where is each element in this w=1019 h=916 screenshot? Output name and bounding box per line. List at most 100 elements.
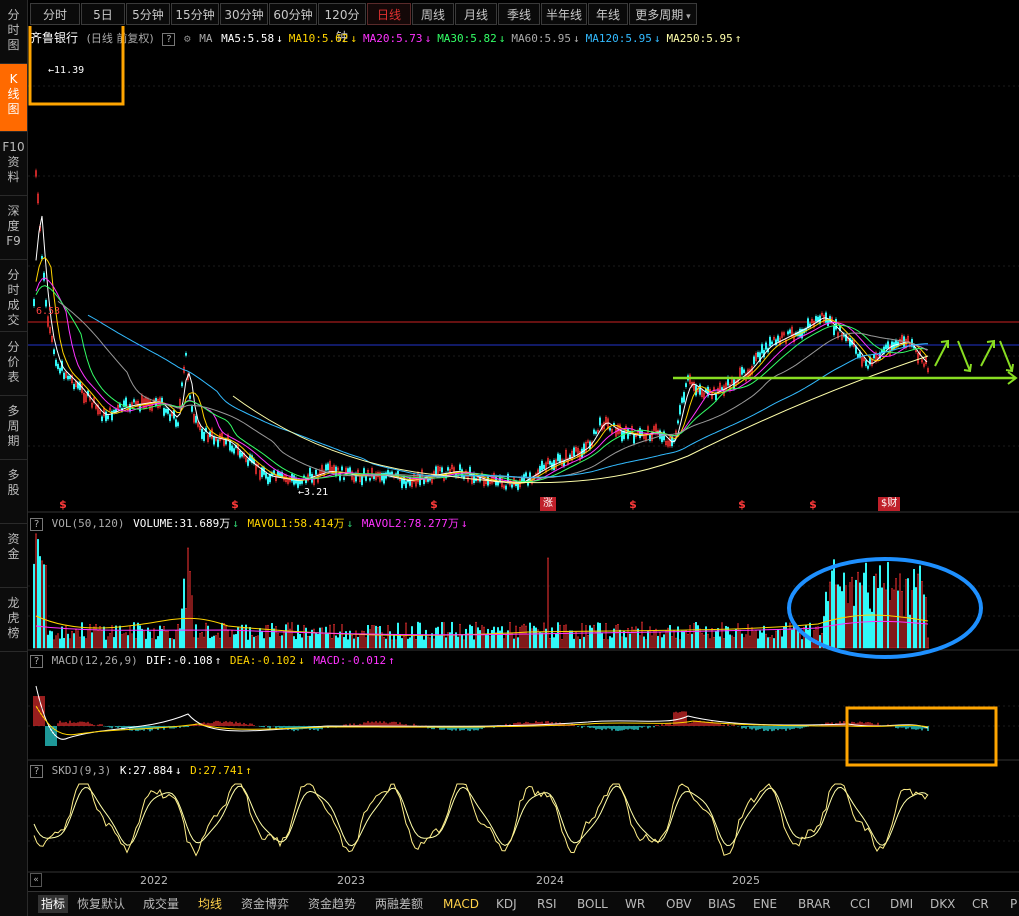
tab-period-9[interactable]: 月线 [455, 3, 497, 25]
indicator-tab-14[interactable]: ENE [753, 895, 777, 913]
indicator-tab-7[interactable]: MACD [443, 895, 479, 913]
volume-bar [357, 636, 359, 649]
dividend-marker[interactable]: $ [808, 499, 818, 511]
nav-item-9[interactable]: 龙虎榜 [0, 588, 27, 652]
indicator-tab-1[interactable]: 恢复默认 [77, 895, 125, 913]
candle-body [511, 484, 513, 488]
candle-body [189, 395, 191, 399]
nav-item-7[interactable]: 多股 [0, 460, 27, 524]
tab-period-12[interactable]: 年线 [588, 3, 628, 25]
volume-bar [373, 625, 375, 649]
indicator-tab-10[interactable]: BOLL [577, 895, 608, 913]
candle-body [581, 448, 583, 458]
dividend-marker[interactable]: $ [230, 499, 240, 511]
indicator-tab-8[interactable]: KDJ [496, 895, 517, 913]
indicator-tab-12[interactable]: OBV [666, 895, 692, 913]
volume-bar [629, 633, 631, 649]
tab-period-10[interactable]: 季线 [498, 3, 540, 25]
candle-body [369, 478, 371, 481]
left-nav: 分时图 K 线图 F10 资料深度 F9 分时成交分价表多周期多股资金龙虎榜 [0, 0, 28, 916]
tab-period-0[interactable]: 分时 [30, 3, 80, 25]
volume-bar [175, 630, 177, 649]
candle-body [609, 427, 611, 431]
dividend-marker[interactable]: $ [429, 499, 439, 511]
indicator-tab-15[interactable]: BRAR [798, 895, 831, 913]
indicator-tab-17[interactable]: DMI [890, 895, 913, 913]
volume-bar [163, 626, 165, 649]
candle-body [247, 459, 249, 466]
indicator-tab-19[interactable]: CR [972, 895, 989, 913]
indicator-tab-2[interactable]: 成交量 [143, 895, 179, 913]
volume-bar [579, 639, 581, 649]
tab-period-2[interactable]: 5分钟 [126, 3, 170, 25]
candle-body [873, 354, 875, 359]
volume-bar [795, 628, 797, 649]
candle-body [105, 411, 107, 422]
volume-bar [651, 635, 653, 649]
volume-bar [33, 563, 35, 649]
nav-item-8[interactable]: 资金 [0, 524, 27, 588]
volume-bar [549, 637, 551, 649]
indicator-tab-13[interactable]: BIAS [708, 895, 736, 913]
nav-item-3[interactable]: 深度 F9 [0, 196, 27, 260]
candle-body [343, 477, 345, 480]
indicator-tab-6[interactable]: 两融差额 [375, 895, 423, 913]
candle-body [857, 353, 859, 358]
indicator-tab-11[interactable]: WR [625, 895, 645, 913]
nav-item-5[interactable]: 分价表 [0, 332, 27, 396]
volume-bar [267, 624, 269, 649]
tab-period-4[interactable]: 30分钟 [220, 3, 268, 25]
nav-item-4[interactable]: 分时成交 [0, 260, 27, 332]
volume-bar [603, 639, 605, 649]
indicator-tab-3[interactable]: 均线 [198, 895, 222, 913]
dividend-marker[interactable]: $ [58, 499, 68, 511]
candle-body [583, 443, 585, 454]
indicator-tab-16[interactable]: CCI [850, 895, 870, 913]
volume-bar [173, 639, 175, 649]
volume-bar [271, 623, 273, 649]
volume-bar [477, 627, 479, 649]
tab-period-6[interactable]: 120分钟 [318, 3, 366, 44]
tab-period-5[interactable]: 60分钟 [269, 3, 317, 25]
volume-bar [511, 632, 513, 649]
scroll-back-button[interactable]: « [30, 873, 42, 887]
volume-bar [847, 603, 849, 649]
volume-bar [263, 638, 265, 649]
volume-bar [161, 629, 163, 649]
volume-bar [751, 627, 753, 649]
tab-period-3[interactable]: 15分钟 [171, 3, 219, 25]
volume-bar [75, 629, 77, 649]
volume-bar [281, 635, 283, 649]
dividend-marker[interactable]: $ [737, 499, 747, 511]
volume-bar [253, 636, 255, 649]
volume-bar [283, 630, 285, 649]
tab-period-13[interactable]: 更多周期 [629, 3, 697, 25]
volume-bar [899, 573, 901, 649]
dividend-marker[interactable]: $ [628, 499, 638, 511]
indicator-tab-0[interactable]: 指标 [38, 895, 69, 913]
kline-chart[interactable] [28, 26, 1019, 888]
indicator-tab-5[interactable]: 资金趋势 [308, 895, 356, 913]
nav-item-0[interactable]: 分时图 [0, 0, 27, 64]
indicator-tab-18[interactable]: DKX [930, 895, 955, 913]
volume-bar [637, 628, 639, 649]
indicator-tab-9[interactable]: RSI [537, 895, 557, 913]
nav-item-1[interactable]: K线图 [0, 64, 27, 132]
financial-report-marker[interactable]: $财 [878, 497, 901, 511]
volume-bar [473, 639, 475, 649]
volume-bar [469, 624, 471, 649]
limit-up-marker[interactable]: 涨 [540, 497, 556, 511]
indicator-tab-20[interactable]: P [1010, 895, 1017, 913]
volume-bar [691, 633, 693, 649]
nav-item-2[interactable]: F10 资料 [0, 132, 27, 196]
volume-bar [631, 626, 633, 649]
candle-body [405, 481, 407, 489]
tab-period-8[interactable]: 周线 [412, 3, 454, 25]
nav-item-6[interactable]: 多周期 [0, 396, 27, 460]
tab-period-11[interactable]: 半年线 [541, 3, 587, 25]
tab-period-1[interactable]: 5日 [81, 3, 125, 25]
indicator-tab-4[interactable]: 资金博弈 [241, 895, 289, 913]
candle-body [441, 467, 443, 473]
tab-period-7[interactable]: 日线 [367, 3, 411, 25]
volume-bar [247, 639, 249, 649]
